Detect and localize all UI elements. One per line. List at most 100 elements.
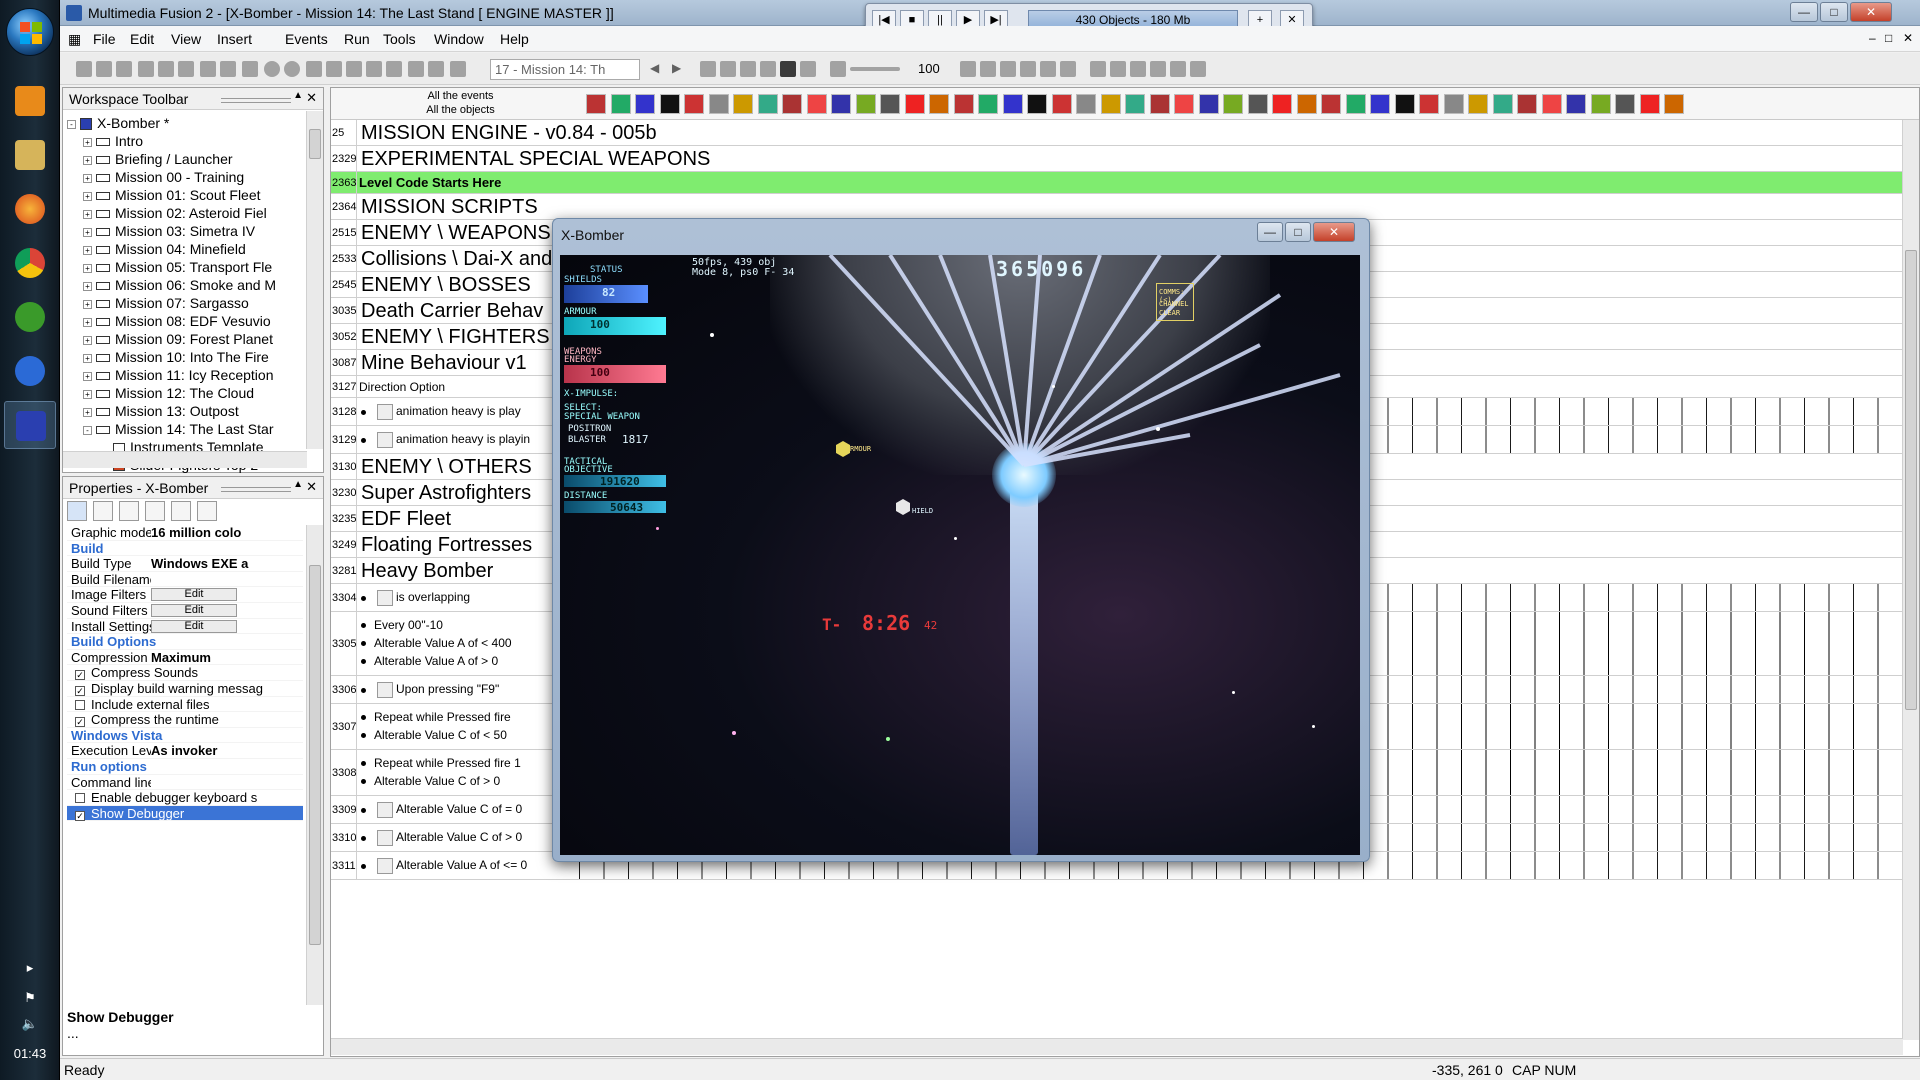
property-checkbox-row[interactable]: ✓ Display build warning messag [67,681,303,697]
property-row[interactable]: Image Filters Edit [67,587,303,603]
tree-item-frame[interactable]: - Mission 14: The Last Star [83,421,273,439]
maximize-button[interactable]: □ [1820,2,1848,22]
tree-item-frame[interactable]: + Intro [83,133,143,151]
align-icon[interactable] [1040,61,1056,77]
menu-app-icon[interactable]: ▦ [68,31,81,48]
condition[interactable]: Upon pressing "F9" [361,682,499,698]
property-row[interactable]: Graphic mode 16 million colo [67,525,303,541]
condition[interactable]: animation heavy is playin [361,432,530,448]
object-column-icon[interactable] [1639,94,1660,114]
event-editor-icon[interactable] [346,61,362,77]
tree-item-frame[interactable]: + Mission 01: Scout Fleet [83,187,261,205]
collapse-icon[interactable]: - [67,119,76,129]
object-column-icon[interactable] [1419,94,1439,114]
object-column-icon[interactable] [610,94,631,114]
minimize-button[interactable]: — [1790,2,1818,22]
data-elements-icon[interactable] [386,61,402,77]
object-column-icon[interactable] [1002,94,1023,114]
zoom-icon[interactable] [830,61,846,77]
tray-network-icon[interactable]: ⚑ [0,990,60,1006]
edit-button[interactable]: Edit [151,604,237,617]
property-row[interactable]: Compression L Maximum [67,650,303,666]
object-column-icon[interactable] [953,94,974,114]
event-group-row[interactable]: 25 MISSION ENGINE - v0.84 - 005b [331,120,1903,146]
condition[interactable]: Alterable Value C of = 0 [361,802,522,818]
expand-icon[interactable]: + [83,245,92,255]
menu-run[interactable]: Run [344,31,370,47]
zoom-slider[interactable] [850,67,900,71]
taskbar-explorer[interactable] [4,131,56,179]
property-row[interactable]: Build Filename [67,572,303,588]
object-column-icon[interactable] [1345,94,1366,114]
tools-icon[interactable] [1190,61,1206,77]
close-button[interactable]: ✕ [1850,2,1892,22]
tree-item-frame[interactable]: + Mission 08: EDF Vesuvio [83,313,271,331]
build-icon[interactable] [408,61,424,77]
insert-comment-icon[interactable] [760,61,776,77]
event-group-row[interactable]: 2364 MISSION SCRIPTS [331,194,1903,220]
object-column-icon[interactable] [1566,94,1586,114]
object-column-icon[interactable] [1100,94,1121,114]
toggle-icon[interactable] [780,61,796,77]
menu-insert[interactable]: Insert [217,31,252,47]
grid-icon[interactable] [960,61,976,77]
run-app-icon[interactable] [264,61,280,77]
move-icon[interactable] [1110,61,1126,77]
object-column-icon[interactable] [1517,94,1537,114]
prev-frame-icon[interactable]: ◀ [650,61,666,77]
tree-item-frame[interactable]: + Mission 07: Sargasso [83,295,249,313]
property-value[interactable]: 16 million colo [151,525,301,540]
checkbox[interactable]: ✓ [75,810,85,821]
property-checkbox-row[interactable]: ✓ Show Debugger [67,805,303,822]
object-column-icon[interactable] [1149,94,1170,114]
object-column-icon[interactable] [1541,94,1562,114]
redo-icon[interactable] [220,61,236,77]
taskbar-xbomber[interactable] [4,401,56,449]
mdi-close-button[interactable]: ✕ [1903,31,1913,45]
object-column-icon[interactable] [831,94,851,114]
frame-dropdown[interactable]: 17 - Mission 14: Th [490,59,640,80]
tab-about[interactable] [197,501,217,521]
object-column-icon[interactable] [1443,94,1464,114]
tray-volume-icon[interactable]: 🔈 [0,1016,60,1032]
object-column-icon[interactable] [659,94,680,114]
object-column-icon[interactable] [978,94,998,114]
start-button[interactable] [6,8,54,56]
save-icon[interactable] [116,61,132,77]
object-column-icon[interactable] [708,94,729,114]
build-run-icon[interactable] [428,61,444,77]
events-vscroll[interactable] [1902,120,1919,1040]
object-column-icon[interactable] [1051,94,1072,114]
pin-icon[interactable]: ▲ [293,90,303,101]
workspace-hscroll[interactable] [63,451,307,468]
game-screen[interactable]: 50fps, 439 obj Mode 8, ps0 F- 34 365096 … [560,255,1360,855]
panel-close-icon[interactable]: ✕ [306,479,317,495]
expand-icon[interactable]: + [83,389,92,399]
object-column-icon[interactable] [684,94,704,114]
undo-icon[interactable] [200,61,216,77]
frame-editor-icon[interactable] [326,61,342,77]
property-value[interactable]: Windows EXE a [151,556,301,571]
tree-item-frame[interactable]: + Mission 02: Asteroid Fiel [83,205,267,223]
property-checkbox-row[interactable]: ✓ Compress the runtime [67,712,303,728]
object-column-icon[interactable] [1198,94,1219,114]
expand-icon[interactable]: + [83,209,92,219]
run-frame-icon[interactable] [284,61,300,77]
tree-item-frame[interactable]: + Mission 00 - Training [83,169,244,187]
hotspot-icon[interactable] [1170,61,1186,77]
edit-button[interactable]: Edit [151,588,237,602]
object-column-icon[interactable] [1370,94,1390,114]
object-column-icon[interactable] [586,94,606,114]
expand-icon[interactable]: + [83,263,92,273]
object-column-icon[interactable] [1321,94,1341,114]
taskbar-clock[interactable]: 01:43 [0,1046,60,1061]
object-column-icon[interactable] [1615,94,1635,114]
expand-icon[interactable]: + [83,317,92,327]
rotate-icon[interactable] [1130,61,1146,77]
open-icon[interactable] [96,61,112,77]
tab-values[interactable] [145,501,165,521]
object-column-icon[interactable] [1174,94,1194,114]
game-minimize-button[interactable]: — [1257,222,1283,242]
properties-vscroll[interactable] [306,525,323,1005]
panel-grip[interactable] [221,98,291,103]
